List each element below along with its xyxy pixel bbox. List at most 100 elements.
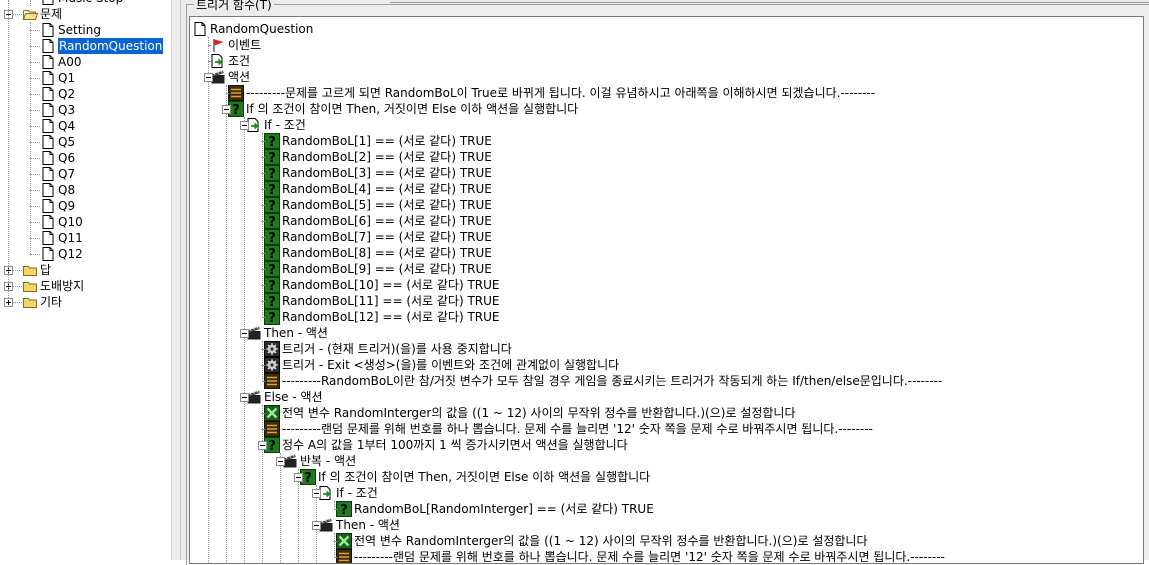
trigger-tree-node[interactable]: ? RandomBoL[6] == (서로 같다) TRUE <box>264 213 1143 230</box>
trigger-tree-node[interactable]: ? RandomBoL[4] == (서로 같다) TRUE <box>264 181 1143 198</box>
tree-connector-line <box>334 509 336 510</box>
trigger-tree-node[interactable]: ? RandomBoL[RandomInterger] == (서로 같다) TR… <box>336 501 1143 518</box>
comment-icon <box>336 549 352 563</box>
collapse-toggle[interactable] <box>294 473 303 482</box>
gear-icon <box>264 357 280 373</box>
trigger-tree-node[interactable]: RandomQuestion <box>192 21 1143 37</box>
trigger-tree-node[interactable]: ? RandomBoL[7] == (서로 같다) TRUE <box>264 229 1143 246</box>
trigger-tree-node[interactable]: ---------랜덤 문제를 위해 번호를 하나 뽑습니다. 문제 수를 늘리… <box>336 549 1143 563</box>
tree-item-label: Q11 <box>58 231 83 245</box>
trigger-function-tree[interactable]: RandomQuestion 이벤트 조건 액션 ---------문제를 고르게 되면… <box>189 16 1144 564</box>
collapse-toggle[interactable] <box>222 105 231 114</box>
collapse-toggle[interactable] <box>240 329 249 338</box>
tree-connector-line <box>30 22 31 254</box>
svg-text:?: ? <box>304 471 312 485</box>
tree-connector-line <box>226 85 227 563</box>
trigger-tree-node[interactable]: ---------문제를 고르게 되면 RandomBoL이 True로 바뀌게… <box>228 85 1143 101</box>
page-icon <box>40 54 56 70</box>
trigger-tree-node[interactable]: 액션 <box>210 69 1143 85</box>
trigger-tree-node[interactable]: ? If 의 조건이 참이면 Then, 거짓이면 Else 이하 액션을 실행합… <box>300 469 1143 486</box>
tree-connector-line <box>334 557 336 558</box>
collapse-toggle[interactable] <box>204 73 213 82</box>
question-icon: ? <box>336 501 352 518</box>
tree-connector-line <box>13 302 22 303</box>
tree-connector-line <box>30 222 40 223</box>
collapse-toggle[interactable] <box>276 457 285 466</box>
svg-text:?: ? <box>268 151 276 165</box>
trigger-tree-node[interactable]: Then - 액션 <box>318 517 1143 533</box>
trigger-tree-node[interactable]: ? RandomBoL[3] == (서로 같다) TRUE <box>264 165 1143 182</box>
node-label: RandomBoL[9] == (서로 같다) TRUE <box>282 262 492 276</box>
tree-item-label: RandomQuestion <box>58 38 164 54</box>
tree-item-label: Q1 <box>58 71 76 85</box>
tree-connector-line <box>334 533 335 557</box>
collapse-toggle[interactable] <box>312 521 321 530</box>
trigger-tree-node[interactable]: ? If 의 조건이 참이면 Then, 거짓이면 Else 이하 액션을 실행합… <box>228 101 1143 118</box>
trigger-tree-node[interactable]: 전역 변수 RandomInterger의 값을 ((1 ~ 12) 사이의 무… <box>336 533 1143 549</box>
node-label: 액션 <box>228 70 251 84</box>
trigger-tree-node[interactable]: If - 조건 <box>246 117 1143 133</box>
collapse-toggle[interactable] <box>258 441 267 450</box>
page-icon <box>40 86 56 102</box>
trigger-editor-pane: 트리거 함수(T) RandomQuestion 이벤트 조건 액션 ---------… <box>181 0 1149 565</box>
trigger-tree-node[interactable]: Then - 액션 <box>246 325 1143 341</box>
tree-connector-line <box>262 341 263 381</box>
trigger-tree-node[interactable]: ---------랜덤 문제를 위해 번호를 하나 뽑습니다. 문제 수를 늘리… <box>264 421 1143 437</box>
node-label: RandomBoL[10] == (서로 같다) TRUE <box>282 278 500 292</box>
node-label: RandomBoL[4] == (서로 같다) TRUE <box>282 182 492 196</box>
tree-connector-line <box>30 158 40 159</box>
trigger-tree-node[interactable]: ? RandomBoL[12] == (서로 같다) TRUE <box>264 309 1143 326</box>
trigger-tree-node[interactable]: ? RandomBoL[8] == (서로 같다) TRUE <box>264 245 1143 262</box>
tree-item-label: 기타 <box>40 295 63 309</box>
trigger-tree-node[interactable]: Else - 액션 <box>246 389 1143 405</box>
trigger-tree-node[interactable]: 트리거 - (현재 트리거)(을)를 사용 중지합니다 <box>264 341 1143 357</box>
trigger-tree-node[interactable]: ? RandomBoL[10] == (서로 같다) TRUE <box>264 277 1143 294</box>
trigger-tree-node[interactable]: ? RandomBoL[5] == (서로 같다) TRUE <box>264 197 1143 214</box>
trigger-tree-node[interactable]: ? RandomBoL[2] == (서로 같다) TRUE <box>264 149 1143 166</box>
pane-splitter[interactable] <box>171 0 181 560</box>
page-icon <box>40 198 56 214</box>
trigger-tree-node[interactable]: 트리거 - Exit <생성>(을)를 이벤트와 조건에 관계없이 실행합니다 <box>264 357 1143 373</box>
trigger-tree-node[interactable]: ? RandomBoL[11] == (서로 같다) TRUE <box>264 293 1143 310</box>
folder-icon <box>22 294 38 310</box>
tree-connector-line <box>262 429 264 430</box>
question-icon: ? <box>264 197 280 214</box>
tree-connector-line <box>30 190 40 191</box>
collapse-toggle[interactable] <box>240 393 249 402</box>
tree-item-label: Q4 <box>58 119 76 133</box>
node-label: 이벤트 <box>228 38 262 52</box>
svg-text:?: ? <box>268 439 276 453</box>
tree-connector-line <box>262 141 264 142</box>
trigger-tree-node[interactable]: 이벤트 <box>210 37 1143 53</box>
gear-icon <box>264 341 280 357</box>
trigger-folder-tree[interactable]: Music Stop문제 SettingRandomQuestionA00 Q1 Q2… <box>0 0 171 560</box>
tree-connector-line <box>262 285 264 286</box>
svg-text:?: ? <box>268 167 276 181</box>
tree-connector-line <box>30 62 40 63</box>
tree-item-label: Q9 <box>58 199 76 213</box>
node-label: If - 조건 <box>264 118 306 132</box>
trigger-tree-node[interactable]: ? RandomBoL[9] == (서로 같다) TRUE <box>264 261 1143 278</box>
node-label: ---------문제를 고르게 되면 RandomBoL이 True로 바뀌게… <box>246 86 876 100</box>
svg-text:?: ? <box>268 247 276 261</box>
collapse-toggle[interactable] <box>312 489 321 498</box>
expand-toggle[interactable] <box>4 298 13 307</box>
collapse-toggle[interactable] <box>240 121 249 130</box>
trigger-tree-node[interactable]: 반복 - 액션 <box>282 453 1143 469</box>
node-label: 전역 변수 RandomInterger의 값을 ((1 ~ 12) 사이의 무… <box>282 406 796 420</box>
trigger-tree-node[interactable]: 조건 <box>210 53 1143 69</box>
trigger-tree-node[interactable]: ? RandomBoL[1] == (서로 같다) TRUE <box>264 133 1143 150</box>
trigger-tree-node[interactable]: 전역 변수 RandomInterger의 값을 ((1 ~ 12) 사이의 무… <box>264 405 1143 421</box>
question-icon: ? <box>264 245 280 262</box>
question-icon: ? <box>264 309 280 326</box>
tree-connector-line <box>262 381 264 382</box>
trigger-tree-node[interactable]: ---------RandomBoL이란 참/거짓 변수가 모두 참일 경우 게… <box>264 373 1143 389</box>
question-icon: ? <box>264 277 280 294</box>
page-icon <box>40 166 56 182</box>
tree-connector-line <box>13 270 22 271</box>
trigger-tree-node[interactable]: If - 조건 <box>318 485 1143 501</box>
question-icon: ? <box>264 149 280 166</box>
page-icon <box>40 182 56 198</box>
trigger-tree-node[interactable]: ? 정수 A의 값을 1부터 100까지 1 씩 증가시키면서 액션을 실행합니다 <box>264 437 1143 454</box>
tree-connector-line <box>30 30 40 31</box>
